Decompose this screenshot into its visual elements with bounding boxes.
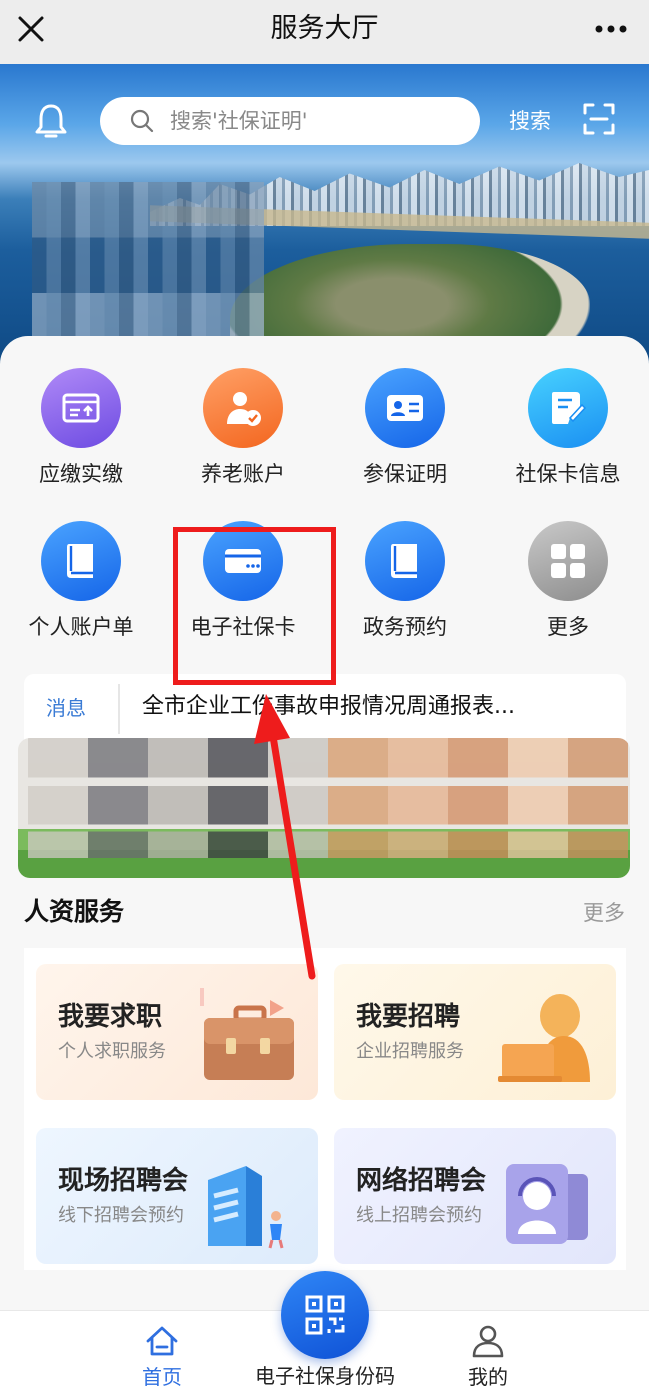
id-card-icon	[365, 368, 445, 448]
tab-home[interactable]: 首页	[82, 1311, 242, 1399]
building-icon	[208, 1166, 284, 1249]
card-title: 我要求职	[58, 1002, 163, 1032]
banner: 搜索'社保证明' 搜索	[0, 64, 649, 364]
section-title: 人资服务	[24, 897, 125, 926]
banner-blurred-area	[32, 182, 264, 350]
service-insurance-certificate[interactable]: 参保证明	[324, 368, 486, 488]
qr-code-button[interactable]	[281, 1271, 369, 1359]
tab-mine[interactable]: 我的	[408, 1311, 568, 1399]
book-icon	[41, 521, 121, 601]
service-label: 应缴实缴	[39, 462, 123, 486]
card-job-seeking[interactable]: 我要求职 个人求职服务	[36, 964, 318, 1100]
tab-home-label: 首页	[142, 1365, 182, 1389]
payment-card-icon	[41, 368, 121, 448]
recruiter-icon	[498, 994, 590, 1082]
card-subtitle: 线下招聘会预约	[58, 1205, 184, 1226]
card-recruiting[interactable]: 我要招聘 企业招聘服务	[334, 964, 616, 1100]
user-icon	[472, 1325, 504, 1358]
card-title: 现场招聘会	[58, 1166, 189, 1196]
service-label: 更多	[547, 615, 589, 639]
card-subtitle: 个人求职服务	[58, 1041, 166, 1062]
more-options-icon[interactable]	[591, 14, 631, 44]
service-label: 社保卡信息	[515, 462, 621, 486]
service-appointment[interactable]: 政务预约	[324, 521, 486, 641]
card-subtitle: 企业招聘服务	[356, 1041, 464, 1062]
search-icon	[130, 109, 154, 133]
grid-icon	[528, 521, 608, 601]
section-more-link[interactable]: 更多	[583, 899, 625, 927]
qr-code-label[interactable]: 电子社保身份码	[225, 1362, 425, 1390]
service-more[interactable]: 更多	[487, 521, 649, 641]
service-label: 个人账户单	[28, 615, 134, 639]
customer-service-icon	[506, 1164, 588, 1244]
qr-code-icon	[305, 1295, 345, 1335]
service-label: 养老账户	[201, 462, 285, 486]
title-bar: 服务大厅	[0, 0, 649, 64]
service-personal-statement[interactable]: 个人账户单	[0, 521, 162, 641]
search-bar[interactable]: 搜索'社保证明'	[100, 97, 480, 145]
scan-icon[interactable]	[582, 102, 616, 136]
briefcase-icon	[200, 988, 294, 1080]
service-label: 参保证明	[363, 462, 447, 486]
page-title: 服务大厅	[270, 13, 379, 44]
service-label: 政务预约	[363, 615, 447, 639]
card-title: 网络招聘会	[356, 1166, 487, 1196]
home-icon	[146, 1326, 178, 1356]
book-icon	[365, 521, 445, 601]
service-pension-account[interactable]: 养老账户	[162, 368, 324, 488]
news-tag: 消息	[46, 696, 86, 720]
highlight-box	[173, 527, 336, 685]
bell-icon[interactable]	[32, 101, 70, 141]
divider	[118, 684, 120, 734]
edit-doc-icon	[528, 368, 608, 448]
search-button[interactable]: 搜索	[509, 107, 551, 135]
user-check-icon	[203, 368, 283, 448]
hr-cards: 我要求职 个人求职服务 我要招聘 企业招聘服务 现场招聘会 线下招聘会预约 网络…	[24, 948, 626, 1270]
arrow-icon	[254, 694, 316, 980]
card-onsite-fair[interactable]: 现场招聘会 线下招聘会预约	[36, 1128, 318, 1264]
card-subtitle: 线上招聘会预约	[356, 1205, 482, 1226]
card-online-fair[interactable]: 网络招聘会 线上招聘会预约	[334, 1128, 616, 1264]
tab-mine-label: 我的	[468, 1365, 508, 1389]
service-card-info[interactable]: 社保卡信息	[487, 368, 649, 488]
service-payment[interactable]: 应缴实缴	[0, 368, 162, 488]
card-title: 我要招聘	[356, 1002, 461, 1032]
search-placeholder: 搜索'社保证明'	[170, 109, 308, 133]
